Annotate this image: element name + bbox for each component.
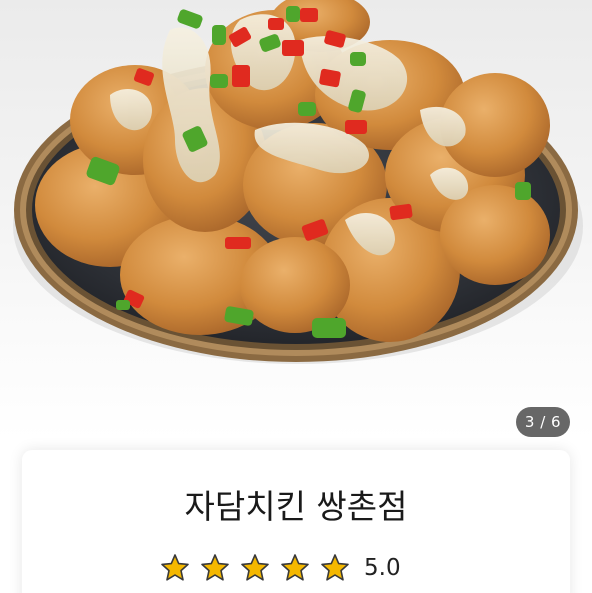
- store-rating[interactable]: 5.0: [160, 551, 401, 585]
- photo-page-indicator: 3 / 6: [516, 407, 570, 437]
- store-info-card: 자담치킨 쌍촌점 5.0: [22, 450, 570, 593]
- star-icon: [161, 554, 189, 581]
- star-icon: [241, 554, 269, 581]
- store-detail-screen: 3 / 6 자담치킨 쌍촌점 5.0: [0, 0, 592, 593]
- chicken-dish-photo: [13, 0, 583, 364]
- star-icon: [201, 554, 229, 581]
- store-name: 자담치킨 쌍촌점: [184, 487, 408, 526]
- star-icon: [281, 554, 309, 581]
- photo-carousel[interactable]: 3 / 6: [0, 0, 592, 440]
- star-icon: [321, 554, 349, 581]
- rating-value: 5.0: [364, 555, 401, 581]
